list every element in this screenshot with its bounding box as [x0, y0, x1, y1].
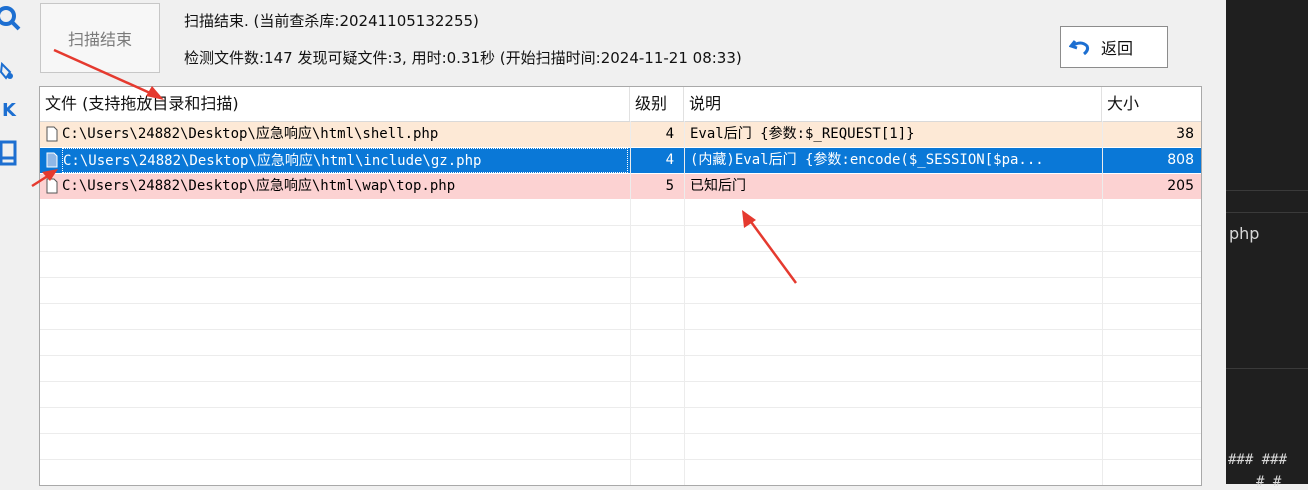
grid-line	[40, 251, 1201, 252]
scanner-window: 扫描结束 扫描结束. (当前查杀库:20241105132255) 检测文件数:…	[24, 0, 1226, 486]
grid-divider	[1102, 121, 1103, 485]
editor-text: ### ###	[1228, 452, 1288, 468]
grid-line	[40, 303, 1201, 304]
grid-line	[40, 355, 1201, 356]
file-icon	[46, 122, 60, 147]
file-path: C:\Users\24882\Desktop\应急响应\html\wap\top…	[62, 178, 456, 194]
size-value: 808	[1167, 152, 1194, 168]
column-size[interactable]: 大小	[1102, 87, 1201, 121]
back-button-label: 返回	[1101, 39, 1134, 58]
grid-line	[40, 407, 1201, 408]
level-value: 4	[665, 152, 674, 168]
table-row-selected[interactable]: C:\Users\24882\Desktop\应急响应\html\include…	[40, 148, 1201, 173]
tool-icon[interactable]	[0, 60, 22, 84]
back-button[interactable]: 返回	[1060, 26, 1168, 68]
left-toolbar-strip: K	[0, 0, 24, 484]
grid-divider	[630, 121, 631, 485]
scan-finished-button[interactable]: 扫描结束	[40, 3, 160, 73]
search-icon[interactable]	[0, 6, 22, 31]
file-icon	[46, 148, 60, 173]
grid-divider	[684, 121, 685, 485]
description-text: 已知后门	[690, 178, 746, 194]
scan-status-text: 扫描结束. (当前查杀库:20241105132255)	[184, 12, 479, 30]
editor-text: # #	[1256, 474, 1282, 490]
size-value: 38	[1176, 126, 1194, 142]
editor-panel: php ### ### # #	[1226, 0, 1308, 490]
file-path: C:\Users\24882\Desktop\应急响应\html\shell.p…	[62, 126, 439, 142]
panel-divider	[1226, 212, 1308, 213]
undo-arrow-icon	[1061, 37, 1101, 57]
description-text: Eval后门 {参数:$_REQUEST[1]}	[690, 126, 915, 142]
window-icon[interactable]	[0, 140, 22, 166]
results-table[interactable]: 文件 (支持拖放目录和扫描) 级别 说明 大小 C:\Users\24882\D…	[39, 86, 1202, 486]
grid-line	[40, 277, 1201, 278]
k-icon[interactable]: K	[2, 100, 24, 124]
column-description[interactable]: 说明	[684, 87, 1102, 121]
grid-line	[40, 225, 1201, 226]
panel-divider	[1226, 368, 1308, 369]
table-row[interactable]: C:\Users\24882\Desktop\应急响应\html\wap\top…	[40, 174, 1201, 199]
level-value: 5	[665, 178, 674, 194]
table-header: 文件 (支持拖放目录和扫描) 级别 说明 大小	[40, 87, 1201, 122]
panel-divider	[1226, 190, 1308, 191]
grid-line	[40, 459, 1201, 460]
description-text: (内藏)Eval后门 {参数:encode($_SESSION[$pa...	[690, 152, 1044, 168]
grid-line	[40, 433, 1201, 434]
editor-text: php	[1229, 224, 1260, 243]
scan-summary-text: 检测文件数:147 发现可疑文件:3, 用时:0.31秒 (开始扫描时间:202…	[184, 49, 742, 67]
level-value: 4	[665, 126, 674, 142]
file-icon	[46, 174, 60, 199]
column-file[interactable]: 文件 (支持拖放目录和扫描)	[40, 87, 630, 121]
size-value: 205	[1167, 178, 1194, 194]
column-level[interactable]: 级别	[630, 87, 684, 121]
table-row[interactable]: C:\Users\24882\Desktop\应急响应\html\shell.p…	[40, 122, 1201, 147]
grid-line	[40, 381, 1201, 382]
file-path: C:\Users\24882\Desktop\应急响应\html\include…	[62, 148, 628, 173]
grid-line	[40, 329, 1201, 330]
